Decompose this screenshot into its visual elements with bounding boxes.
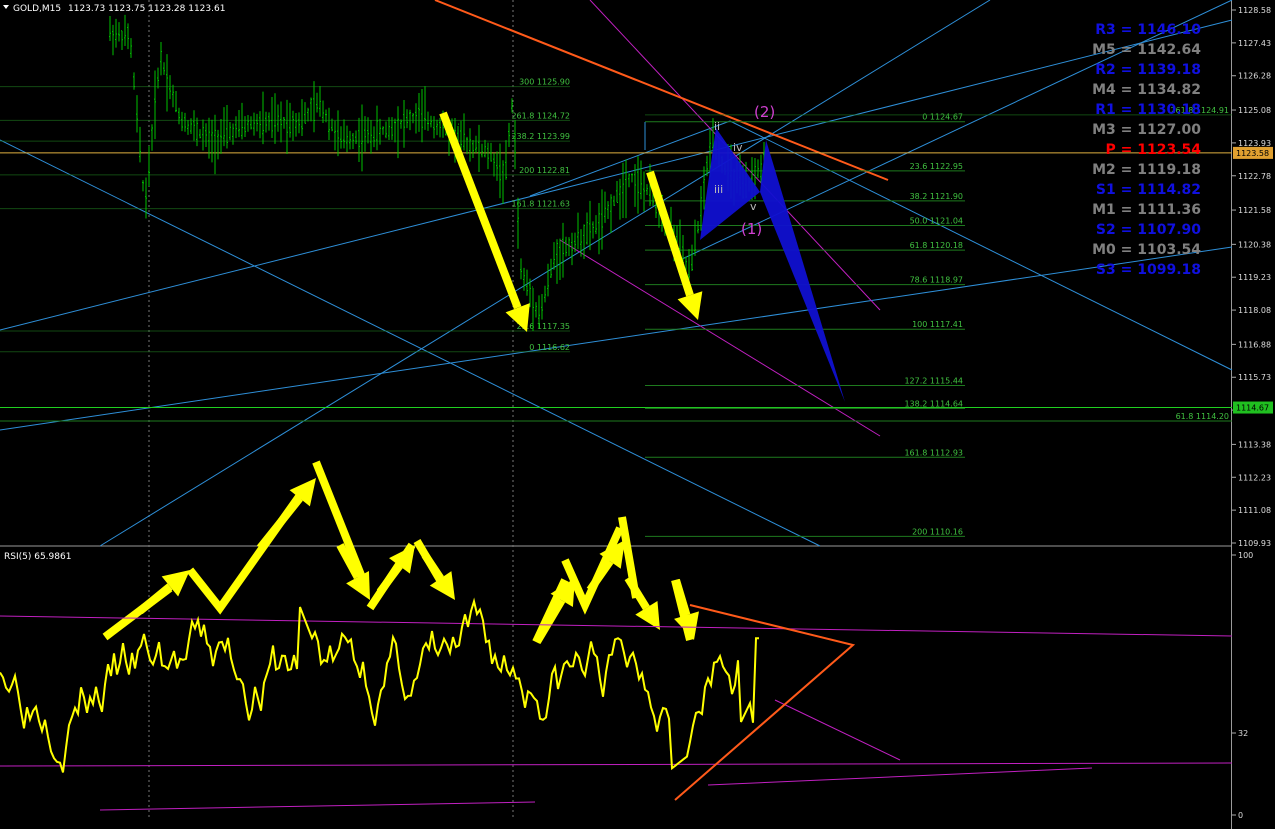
wave-label-1: (1): [741, 220, 762, 238]
price-tick-label: 1109.93: [1238, 539, 1271, 548]
fib-level-label: 50.0 1121.04: [910, 216, 963, 225]
fib-level-label: 200 1110.16: [912, 527, 963, 536]
rsi-tick-label: 0: [1238, 811, 1243, 820]
pivot-label: P = 1123.54: [1105, 142, 1201, 158]
pivot-label: R3 = 1146.10: [1095, 22, 1201, 38]
fib-level-label: 161.8 1121.63: [511, 200, 570, 209]
wave-label-v: v: [750, 200, 757, 213]
symbol-label: GOLD,M15: [13, 4, 61, 14]
price-tick-label: 1111.08: [1238, 506, 1271, 515]
pivot-label: R1 = 1130.18: [1095, 102, 1201, 118]
fib-level-label: 0 1124.67: [922, 113, 963, 122]
pivot-label: S1 = 1114.82: [1096, 182, 1201, 198]
wave-label-ii: ii: [714, 120, 720, 133]
price-tick-label: 1123.93: [1238, 139, 1271, 148]
pivot-label: M1 = 1111.36: [1092, 202, 1201, 218]
fib-level-label: 61.8 1120.18: [910, 241, 963, 250]
price-tick-label: 1119.23: [1238, 273, 1271, 282]
rsi-tick-label: 100: [1238, 551, 1253, 560]
price-tick-label: 1127.43: [1238, 39, 1271, 48]
price-tick-label: 1122.78: [1238, 172, 1271, 181]
pivot-label: R2 = 1139.18: [1095, 62, 1201, 78]
level-price-text: 1114.67: [1236, 404, 1269, 413]
fib-level-label: 138.2 1114.64: [904, 399, 963, 408]
fib-level-label: 23.6 1122.95: [910, 162, 963, 171]
fib-level-label: 0 1116.62: [529, 343, 570, 352]
price-tick-label: 1125.08: [1238, 106, 1271, 115]
pivot-label: M0 = 1103.54: [1092, 242, 1201, 258]
ohlc-label: 1123.73 1123.75 1123.28 1123.61: [68, 4, 225, 14]
price-tick-label: 1121.58: [1238, 206, 1271, 215]
wave-label-2: (2): [754, 103, 775, 121]
fib-level-label: 78.6 1118.97: [910, 276, 963, 285]
fib-level-label: 38.2 1121.90: [910, 192, 963, 201]
fib-level-label: 61.8 1114.20: [1176, 412, 1229, 421]
price-tick-label: 1115.73: [1238, 373, 1271, 382]
fib-level-label: 127.2 1115.44: [904, 377, 963, 386]
current-price-text: 1123.58: [1236, 149, 1269, 158]
price-tick-label: 1126.28: [1238, 72, 1271, 81]
trading-chart[interactable]: 0 1124.67 23.6 1122.95 38.2 1121.90 50.0 11…: [0, 0, 1275, 829]
price-tick-label: 1116.88: [1238, 340, 1271, 349]
price-tick-label: 1118.08: [1238, 306, 1271, 315]
rsi-tick-label: 32: [1238, 729, 1248, 738]
price-tick-label: 1112.23: [1238, 473, 1271, 482]
fib-level-label: 161.8 1112.93: [904, 448, 963, 457]
fib-level-label: 200 1122.81: [519, 166, 570, 175]
wave-label-iii: iii: [714, 183, 723, 196]
pivot-label: S3 = 1099.18: [1096, 262, 1201, 278]
wave-label-iv: iv: [733, 141, 743, 154]
fib-level-label: 100 1117.41: [912, 320, 963, 329]
price-tick-label: 1128.58: [1238, 6, 1271, 15]
fib-level-label: 261.8 1124.72: [511, 111, 570, 120]
fib-level-label: 238.2 1123.99: [511, 132, 570, 141]
price-tick-label: 1120.38: [1238, 240, 1271, 249]
pivot-label: M5 = 1142.64: [1092, 42, 1201, 58]
pivot-label: S2 = 1107.90: [1096, 222, 1201, 238]
pivot-label: M2 = 1119.18: [1092, 162, 1201, 178]
price-tick-label: 1113.38: [1238, 440, 1271, 449]
rsi-label: RSI(5) 65.9861: [4, 552, 71, 562]
pivot-label: M3 = 1127.00: [1092, 122, 1201, 138]
pivot-label: M4 = 1134.82: [1092, 82, 1201, 98]
fib-level-label: 300 1125.90: [519, 78, 570, 87]
